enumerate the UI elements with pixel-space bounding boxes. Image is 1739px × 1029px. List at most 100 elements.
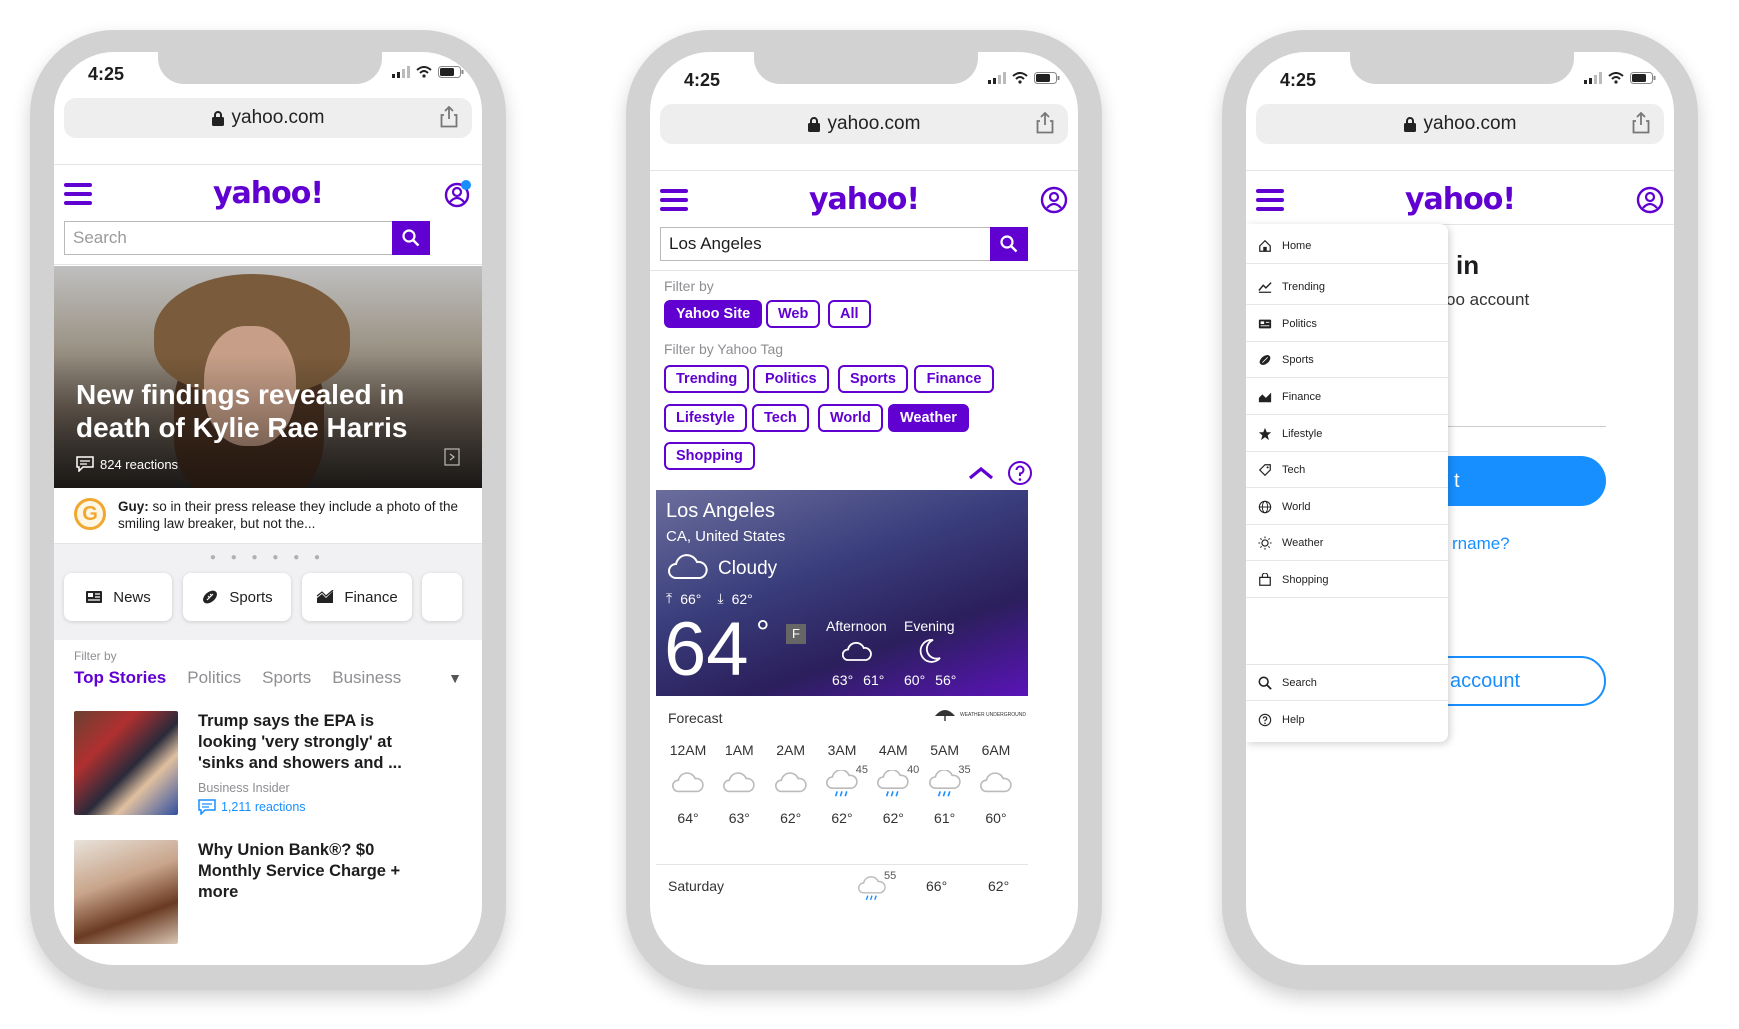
- chip-lifestyle[interactable]: Lifestyle: [664, 404, 747, 432]
- bookmark-icon[interactable]: [444, 448, 460, 466]
- hour-temp: 62°: [831, 810, 853, 826]
- tab-top-stories[interactable]: Top Stories: [74, 668, 166, 688]
- story-thumbnail[interactable]: [74, 840, 178, 944]
- account-icon[interactable]: [444, 180, 472, 213]
- category-sports-button[interactable]: Sports: [183, 573, 291, 621]
- chip-tech[interactable]: Tech: [752, 404, 809, 432]
- collapse-icon[interactable]: [968, 466, 994, 480]
- forgot-username-link[interactable]: rname?: [1452, 534, 1510, 554]
- chip-yahoo-site[interactable]: Yahoo Site: [664, 300, 763, 328]
- tab-sports[interactable]: Sports: [262, 668, 311, 688]
- yahoo-logo[interactable]: yahoo!: [650, 182, 1078, 217]
- address-bar[interactable]: yahoo.com: [1256, 104, 1664, 144]
- menu-item-label: Weather: [1282, 536, 1324, 549]
- menu-item-shopping[interactable]: Shopping: [1246, 562, 1448, 598]
- chip-finance[interactable]: Finance: [914, 365, 994, 393]
- help-icon[interactable]: [1007, 460, 1033, 486]
- arrow-down-icon: ⤓: [717, 590, 724, 606]
- search-button[interactable]: [392, 221, 430, 255]
- story-title[interactable]: Trump says the EPA is looking 'very stro…: [198, 711, 418, 774]
- chip-trending[interactable]: Trending: [664, 365, 750, 393]
- menu-item-label: Home: [1282, 239, 1312, 252]
- weather-card[interactable]: Los Angeles CA, United States Cloudy ⤒ 66…: [656, 490, 1028, 696]
- search-input[interactable]: Search: [64, 221, 392, 255]
- menu-item-trending[interactable]: Trending: [1246, 269, 1448, 305]
- menu-item-weather[interactable]: Weather: [1246, 525, 1448, 561]
- cloud-icon: [672, 772, 704, 793]
- menu-item-home[interactable]: Home: [1246, 228, 1448, 264]
- category-finance-button[interactable]: Finance: [302, 573, 412, 621]
- category-news-button[interactable]: News: [64, 573, 172, 621]
- account-icon[interactable]: [1040, 186, 1068, 219]
- story-title[interactable]: Why Union Bank®? $0 Monthly Service Char…: [198, 840, 418, 903]
- account-icon[interactable]: [1636, 186, 1664, 219]
- story-thumbnail[interactable]: [74, 711, 178, 815]
- tab-politics[interactable]: Politics: [187, 668, 241, 688]
- reactions-count: 824 reactions: [100, 456, 179, 472]
- chip-politics[interactable]: Politics: [753, 365, 829, 393]
- menu-item-politics[interactable]: Politics: [1246, 306, 1448, 342]
- lock-icon: [1403, 116, 1416, 132]
- menu-item-label: Help: [1282, 714, 1305, 726]
- status-icons: [1584, 72, 1656, 84]
- comment-icon: [76, 456, 94, 472]
- rain-icon: [826, 770, 858, 797]
- menu-item-search[interactable]: Search: [1246, 665, 1448, 701]
- signal-icon: [988, 72, 1006, 84]
- story-item[interactable]: Why Union Bank®? $0 Monthly Service Char…: [74, 840, 464, 950]
- search-input[interactable]: Los Angeles: [660, 227, 992, 261]
- signal-icon: [1584, 72, 1602, 84]
- divider: [1246, 170, 1674, 171]
- share-icon[interactable]: [440, 106, 458, 128]
- bag-icon: [1259, 572, 1271, 586]
- newspaper-icon: [1258, 319, 1272, 328]
- chip-web[interactable]: Web: [766, 300, 821, 328]
- hero-reactions[interactable]: 824 reactions: [76, 456, 178, 472]
- divider: [650, 270, 1078, 271]
- tab-business[interactable]: Business: [332, 668, 401, 688]
- hourly-forecast: 12AM 64° 1AM 63° 2AM 62° 3AM 45 62° 4AM 40 62° 5AM 35…: [656, 742, 1028, 826]
- share-icon[interactable]: [1036, 112, 1054, 134]
- help-icon: [1258, 713, 1272, 727]
- top-comment[interactable]: G Guy: so in their press release they in…: [54, 488, 482, 544]
- chip-sports[interactable]: Sports: [838, 365, 908, 393]
- evening-low: 56°: [935, 672, 957, 688]
- chip-weather[interactable]: Weather: [888, 404, 969, 432]
- sun-icon: [1258, 535, 1272, 550]
- hero-headline[interactable]: New findings revealed in death of Kylie …: [76, 378, 436, 444]
- yahoo-logo[interactable]: yahoo!: [1246, 182, 1674, 217]
- phone-search: 4:25 yahoo.com yahoo! Los Angeles Filter…: [626, 30, 1102, 990]
- address-bar[interactable]: yahoo.com: [64, 98, 472, 138]
- unit-toggle[interactable]: F: [786, 624, 806, 644]
- yahoo-logo[interactable]: yahoo!: [54, 176, 482, 211]
- status-icons: [392, 66, 464, 78]
- hero-story[interactable]: New findings revealed in death of Kylie …: [54, 266, 482, 488]
- search-button[interactable]: [990, 227, 1028, 261]
- moon-icon: [919, 639, 941, 663]
- weather-region: CA, United States: [666, 528, 786, 545]
- comment-author: Guy:: [118, 499, 149, 514]
- menu-item-help[interactable]: Help: [1246, 702, 1448, 738]
- story-source: Business Insider: [198, 781, 290, 795]
- commenter-avatar: G: [74, 498, 106, 530]
- menu-item-sports[interactable]: Sports: [1246, 342, 1448, 378]
- menu-item-finance[interactable]: Finance: [1246, 379, 1448, 415]
- share-icon[interactable]: [1632, 112, 1650, 134]
- story-item[interactable]: Trump says the EPA is looking 'very stro…: [74, 711, 464, 821]
- tabs-dropdown-icon[interactable]: ▼: [448, 670, 462, 686]
- chip-shopping[interactable]: Shopping: [664, 442, 755, 470]
- story-reactions[interactable]: 1,211 reactions: [198, 799, 306, 815]
- status-icons: [988, 72, 1060, 84]
- battery-icon: [1034, 72, 1060, 84]
- address-bar[interactable]: yahoo.com: [660, 104, 1068, 144]
- category-label: Sports: [229, 588, 273, 606]
- category-more-button[interactable]: [422, 573, 462, 621]
- menu-item-lifestyle[interactable]: Lifestyle: [1246, 416, 1448, 452]
- daily-row[interactable]: Saturday 55 66° 62°: [668, 870, 1018, 906]
- menu-item-tech[interactable]: Tech: [1246, 452, 1448, 488]
- hourly-item: 6AM 60°: [974, 742, 1018, 826]
- menu-item-world[interactable]: World: [1246, 489, 1448, 525]
- chip-world[interactable]: World: [818, 404, 883, 432]
- menu-item-label: Tech: [1282, 463, 1306, 476]
- chip-all[interactable]: All: [828, 300, 871, 328]
